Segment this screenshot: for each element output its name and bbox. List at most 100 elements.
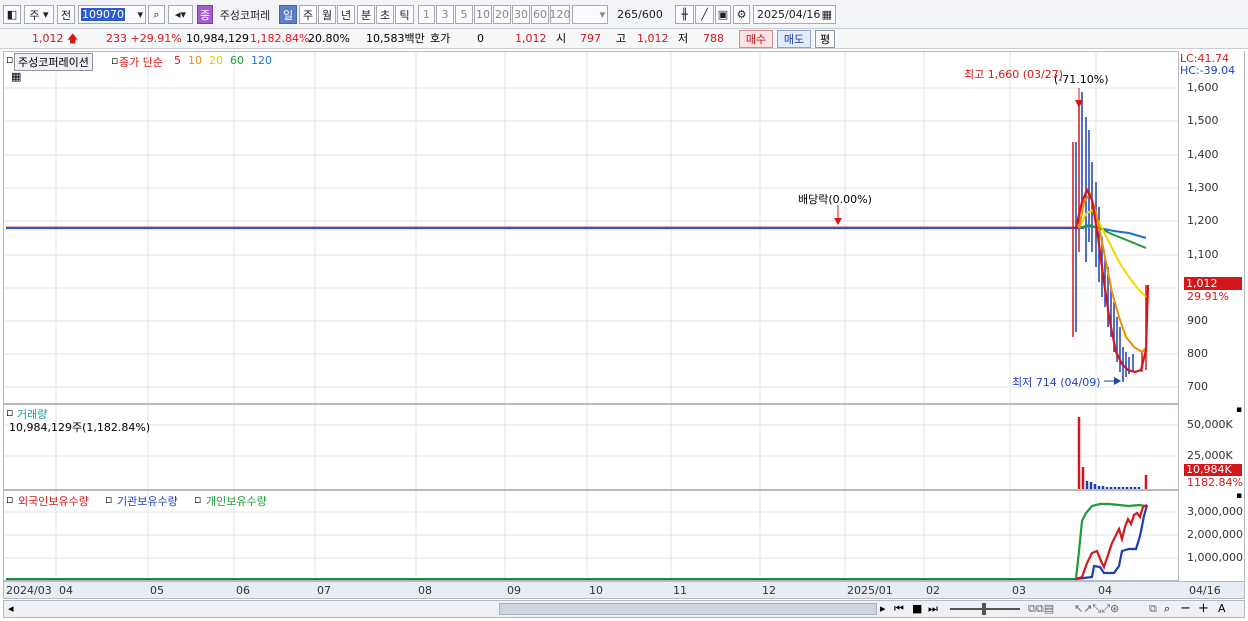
- copy-icon[interactable]: ⧉: [1149, 602, 1157, 616]
- interval-10[interactable]: 10: [474, 5, 492, 24]
- stop-icon[interactable]: ■: [912, 602, 922, 615]
- interval-3[interactable]: 3: [436, 5, 454, 24]
- turnover-rate: 20.80%: [308, 32, 350, 45]
- date-input[interactable]: 2025/04/16 ▦: [753, 5, 836, 24]
- period-tick[interactable]: 틱: [395, 5, 414, 24]
- period-day[interactable]: 일: [279, 5, 297, 24]
- sell-button[interactable]: 매도: [777, 30, 811, 48]
- draw-tools-icon[interactable]: ↖↗⤡⤢⊛: [1074, 602, 1119, 616]
- period-minute[interactable]: 분: [357, 5, 375, 24]
- change-pct: +29.91%: [130, 32, 182, 45]
- custom-interval-select[interactable]: ▾: [572, 5, 608, 24]
- interval-30[interactable]: 30: [512, 5, 530, 24]
- x-tick: 09: [507, 584, 521, 597]
- buy-button[interactable]: 매수: [739, 30, 773, 48]
- period-year[interactable]: 년: [337, 5, 355, 24]
- interval-60[interactable]: 60: [531, 5, 549, 24]
- high-annotation: 최고 1,660 (03/27): [964, 68, 1064, 81]
- open-value: 797: [580, 32, 601, 45]
- stock-label[interactable]: 주성코퍼레이션: [14, 53, 93, 71]
- holding-panel[interactable]: ▫ 외국인보유수량 ▫ 기관보유수량 ▫ 개인보유수량: [3, 490, 1179, 581]
- group-icon[interactable]: 종: [197, 5, 213, 24]
- dividend-annotation: 배당락(0.00%): [798, 193, 872, 206]
- eval-button[interactable]: 평: [815, 30, 835, 48]
- y-tick: 1,000,000: [1187, 551, 1243, 564]
- y-tick: 3,000,000: [1187, 505, 1243, 518]
- font-size-icon[interactable]: A: [1218, 602, 1226, 615]
- line-tool-icon[interactable]: ╱: [695, 5, 714, 24]
- chart-toolbar: ◧ 주 ▾ 전 109070 ▾ ⌕ ◂▾ 종 주성코퍼레 일 주 월 년 분 …: [0, 0, 1248, 29]
- chart-scrollbar[interactable]: ◂ ▸ ⏮ ■ ⏭ ⧉⧉▤ ↖↗⤡⤢⊛ ⧉ ⌕ − + A: [3, 600, 1245, 618]
- y-tick: 1,500: [1187, 114, 1219, 127]
- institution-holding-label: 기관보유수량: [117, 495, 178, 508]
- forward-icon[interactable]: ⏭: [928, 602, 938, 616]
- period-month[interactable]: 월: [318, 5, 336, 24]
- y-tick: 1,100: [1187, 248, 1219, 261]
- legend-handle-icon: ▫: [194, 493, 202, 506]
- interval-1[interactable]: 1: [418, 5, 435, 24]
- panel-handle-icon[interactable]: ▫: [6, 53, 13, 66]
- interval-5[interactable]: 5: [455, 5, 473, 24]
- calendar-icon[interactable]: ▦: [822, 8, 832, 21]
- hc-value: HC:-39.04: [1180, 64, 1236, 77]
- x-tick: 06: [236, 584, 250, 597]
- high-value: 1,012: [637, 32, 669, 45]
- price-value: 1,012: [32, 32, 64, 45]
- price-chart-panel[interactable]: ▫ 주성코퍼레이션 ▫ 종가 단순 5 10 20 60 120 ▦ 최고 1,…: [3, 51, 1179, 404]
- current-pct-label: 29.91%: [1187, 290, 1229, 303]
- count-max: /600: [638, 8, 663, 21]
- date-value: 2025/04/16: [757, 8, 821, 21]
- high-pct-annotation: (-71.10%): [1054, 73, 1109, 86]
- date-axis: 2024/03 04 05 06 07 08 09 10 11 12 2025/…: [3, 581, 1245, 599]
- volume-panel[interactable]: ▫ 거래량 10,984,129주(1,182.84%): [3, 404, 1179, 490]
- prev-button[interactable]: 전: [57, 5, 75, 24]
- interval-120[interactable]: 120: [550, 5, 571, 24]
- rewind-icon[interactable]: ⏮: [894, 602, 904, 616]
- speaker-icon[interactable]: ◂▾: [168, 5, 193, 24]
- zoom-search-icon[interactable]: ⌕: [1164, 602, 1170, 616]
- volume-value: 10,984,129: [186, 32, 249, 45]
- y-tick: 1,300: [1187, 181, 1219, 194]
- y-tick: 50,000K: [1187, 418, 1233, 431]
- y-tick: 1,600: [1187, 81, 1219, 94]
- legend-handle-icon: ▫: [105, 493, 113, 506]
- candle-icon[interactable]: ╫: [675, 5, 694, 24]
- x-tick: 03: [1012, 584, 1026, 597]
- panel-close-icon[interactable]: ▪: [1236, 491, 1242, 501]
- x-tick: 08: [418, 584, 432, 597]
- individual-holding-label: 개인보유수량: [206, 495, 267, 508]
- gear-icon[interactable]: ⚙: [733, 5, 750, 24]
- zoom-slider-handle[interactable]: [982, 603, 986, 615]
- current-volume-badge: 10,984K: [1184, 464, 1242, 476]
- window-menu-icon[interactable]: ◧: [3, 5, 21, 24]
- save-icon[interactable]: ▣: [715, 5, 731, 24]
- panel-close-icon[interactable]: ▪: [1236, 405, 1242, 415]
- panel-handle-icon[interactable]: ▫: [6, 493, 13, 506]
- scroll-thumb[interactable]: [499, 603, 877, 615]
- scroll-left-icon[interactable]: ◂: [8, 602, 14, 615]
- holding-chart-svg: [4, 491, 1178, 580]
- open-label: 시: [556, 32, 567, 45]
- scroll-right-icon[interactable]: ▸: [880, 602, 886, 615]
- period-second[interactable]: 초: [376, 5, 394, 24]
- market-label: 주: [29, 8, 40, 22]
- interval-20[interactable]: 20: [493, 5, 511, 24]
- x-tick: 11: [673, 584, 687, 597]
- ma5-line: [1074, 187, 1150, 374]
- ma-period-10: 10: [188, 54, 202, 67]
- calculator-icon[interactable]: ▦: [11, 70, 21, 83]
- volume-pct: 1,182.84%: [250, 32, 310, 45]
- price-axis: LC:41.74 HC:-39.04 1,600 1,500 1,400 1,3…: [1179, 51, 1245, 404]
- stock-code-input[interactable]: 109070 ▾: [78, 5, 146, 24]
- hoga-label: 호가: [430, 32, 451, 45]
- market-select[interactable]: 주 ▾: [24, 5, 54, 24]
- layout-icon[interactable]: ⧉⧉▤: [1028, 602, 1054, 616]
- low-arrow-icon: [1114, 377, 1121, 385]
- foreign-holding-line: [1075, 504, 1148, 580]
- zoom-out-icon[interactable]: −: [1180, 601, 1191, 616]
- panel-handle-icon[interactable]: ▫: [6, 406, 13, 419]
- zoom-in-icon[interactable]: +: [1198, 601, 1209, 616]
- chevron-down-icon: ▾: [137, 8, 143, 21]
- search-icon[interactable]: ⌕: [148, 5, 165, 24]
- period-week[interactable]: 주: [299, 5, 317, 24]
